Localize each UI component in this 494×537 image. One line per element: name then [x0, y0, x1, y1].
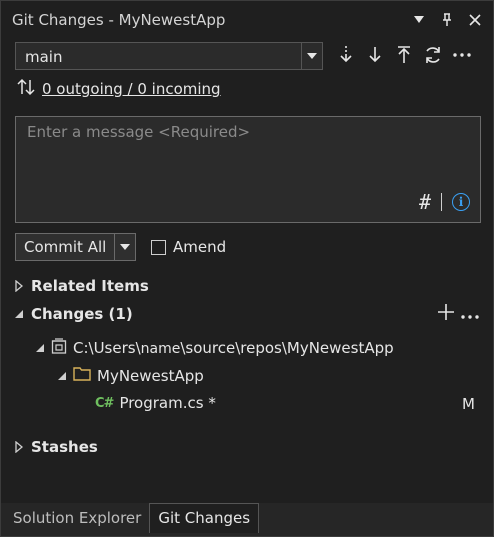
expand-caret-icon[interactable] — [13, 441, 25, 453]
more-options-icon[interactable] — [450, 43, 473, 67]
collapse-caret-icon[interactable] — [57, 367, 67, 385]
collapse-caret-icon[interactable] — [35, 339, 45, 357]
changes-title: Changes (1) — [31, 305, 133, 323]
commit-all-button[interactable]: Commit All — [16, 234, 116, 260]
git-changes-window: Git Changes - MyNewestApp main 0 outgoin… — [0, 0, 494, 537]
file-name: Program.cs * — [119, 394, 216, 412]
repository-icon — [51, 338, 67, 358]
push-icon[interactable] — [392, 43, 415, 67]
related-items-title: Related Items — [31, 277, 149, 295]
sync-icon[interactable] — [421, 43, 444, 67]
tree-item-project[interactable]: MyNewestApp — [57, 366, 204, 385]
close-icon[interactable] — [465, 10, 485, 30]
csharp-file-icon: C# — [95, 395, 114, 411]
expand-caret-icon[interactable] — [13, 280, 25, 292]
amend-label: Amend — [173, 238, 227, 256]
tree-item-repository[interactable]: C:\Users\name\source\repos\MyNewestApp — [35, 338, 394, 358]
file-status-badge: M — [462, 395, 475, 413]
title-bar: Git Changes - MyNewestApp — [1, 1, 493, 39]
changes-actions — [437, 303, 479, 325]
tools-divider — [441, 193, 442, 211]
project-name: MyNewestApp — [97, 366, 204, 385]
repository-path-user: name — [140, 341, 181, 357]
commit-options-chevron-down-icon[interactable] — [115, 234, 135, 260]
commit-row: Commit All — [15, 233, 137, 261]
window-title: Git Changes - MyNewestApp — [12, 11, 226, 29]
title-bar-actions — [409, 10, 485, 30]
related-items-section[interactable]: Related Items — [13, 277, 149, 295]
message-tools: # i — [419, 190, 470, 214]
window-menu-dropdown-icon[interactable] — [409, 10, 429, 30]
info-icon[interactable]: i — [452, 193, 470, 211]
branch-name: main — [25, 48, 63, 66]
tab-solution-explorer[interactable]: Solution Explorer — [5, 503, 149, 533]
outgoing-incoming-link[interactable]: 0 outgoing / 0 incoming — [42, 80, 221, 98]
commit-all-split-button: Commit All — [15, 233, 137, 261]
fetch-icon[interactable] — [334, 43, 357, 67]
branch-dropdown[interactable]: main — [15, 42, 323, 70]
tree-item-file[interactable]: C# Program.cs * — [95, 394, 216, 412]
tab-git-changes[interactable]: Git Changes — [149, 503, 260, 533]
repository-path: C:\Users\name\source\repos\MyNewestApp — [73, 339, 394, 357]
reference-hash-icon[interactable]: # — [419, 190, 431, 214]
branch-row: main — [15, 41, 323, 71]
collapse-caret-icon[interactable] — [13, 309, 25, 319]
stashes-title: Stashes — [31, 438, 98, 456]
commit-message-input[interactable]: Enter a message <Required> # i — [15, 116, 481, 223]
stashes-section[interactable]: Stashes — [13, 438, 98, 456]
sync-arrows-icon — [17, 78, 35, 100]
bottom-tabs: Solution Explorer Git Changes — [5, 503, 260, 533]
amend-option[interactable]: Amend — [151, 238, 226, 256]
pull-icon[interactable] — [363, 43, 386, 67]
commit-message-placeholder: Enter a message <Required> — [27, 123, 251, 141]
pin-icon[interactable] — [437, 10, 457, 30]
stage-all-plus-icon[interactable] — [437, 303, 455, 325]
sync-status-row: 0 outgoing / 0 incoming — [17, 78, 221, 100]
git-actions-toolbar — [334, 43, 473, 67]
changes-more-icon[interactable] — [461, 305, 479, 323]
chevron-down-icon[interactable] — [301, 43, 322, 69]
changes-section[interactable]: Changes (1) — [13, 305, 133, 323]
folder-icon — [73, 366, 91, 385]
amend-checkbox[interactable] — [151, 239, 166, 255]
